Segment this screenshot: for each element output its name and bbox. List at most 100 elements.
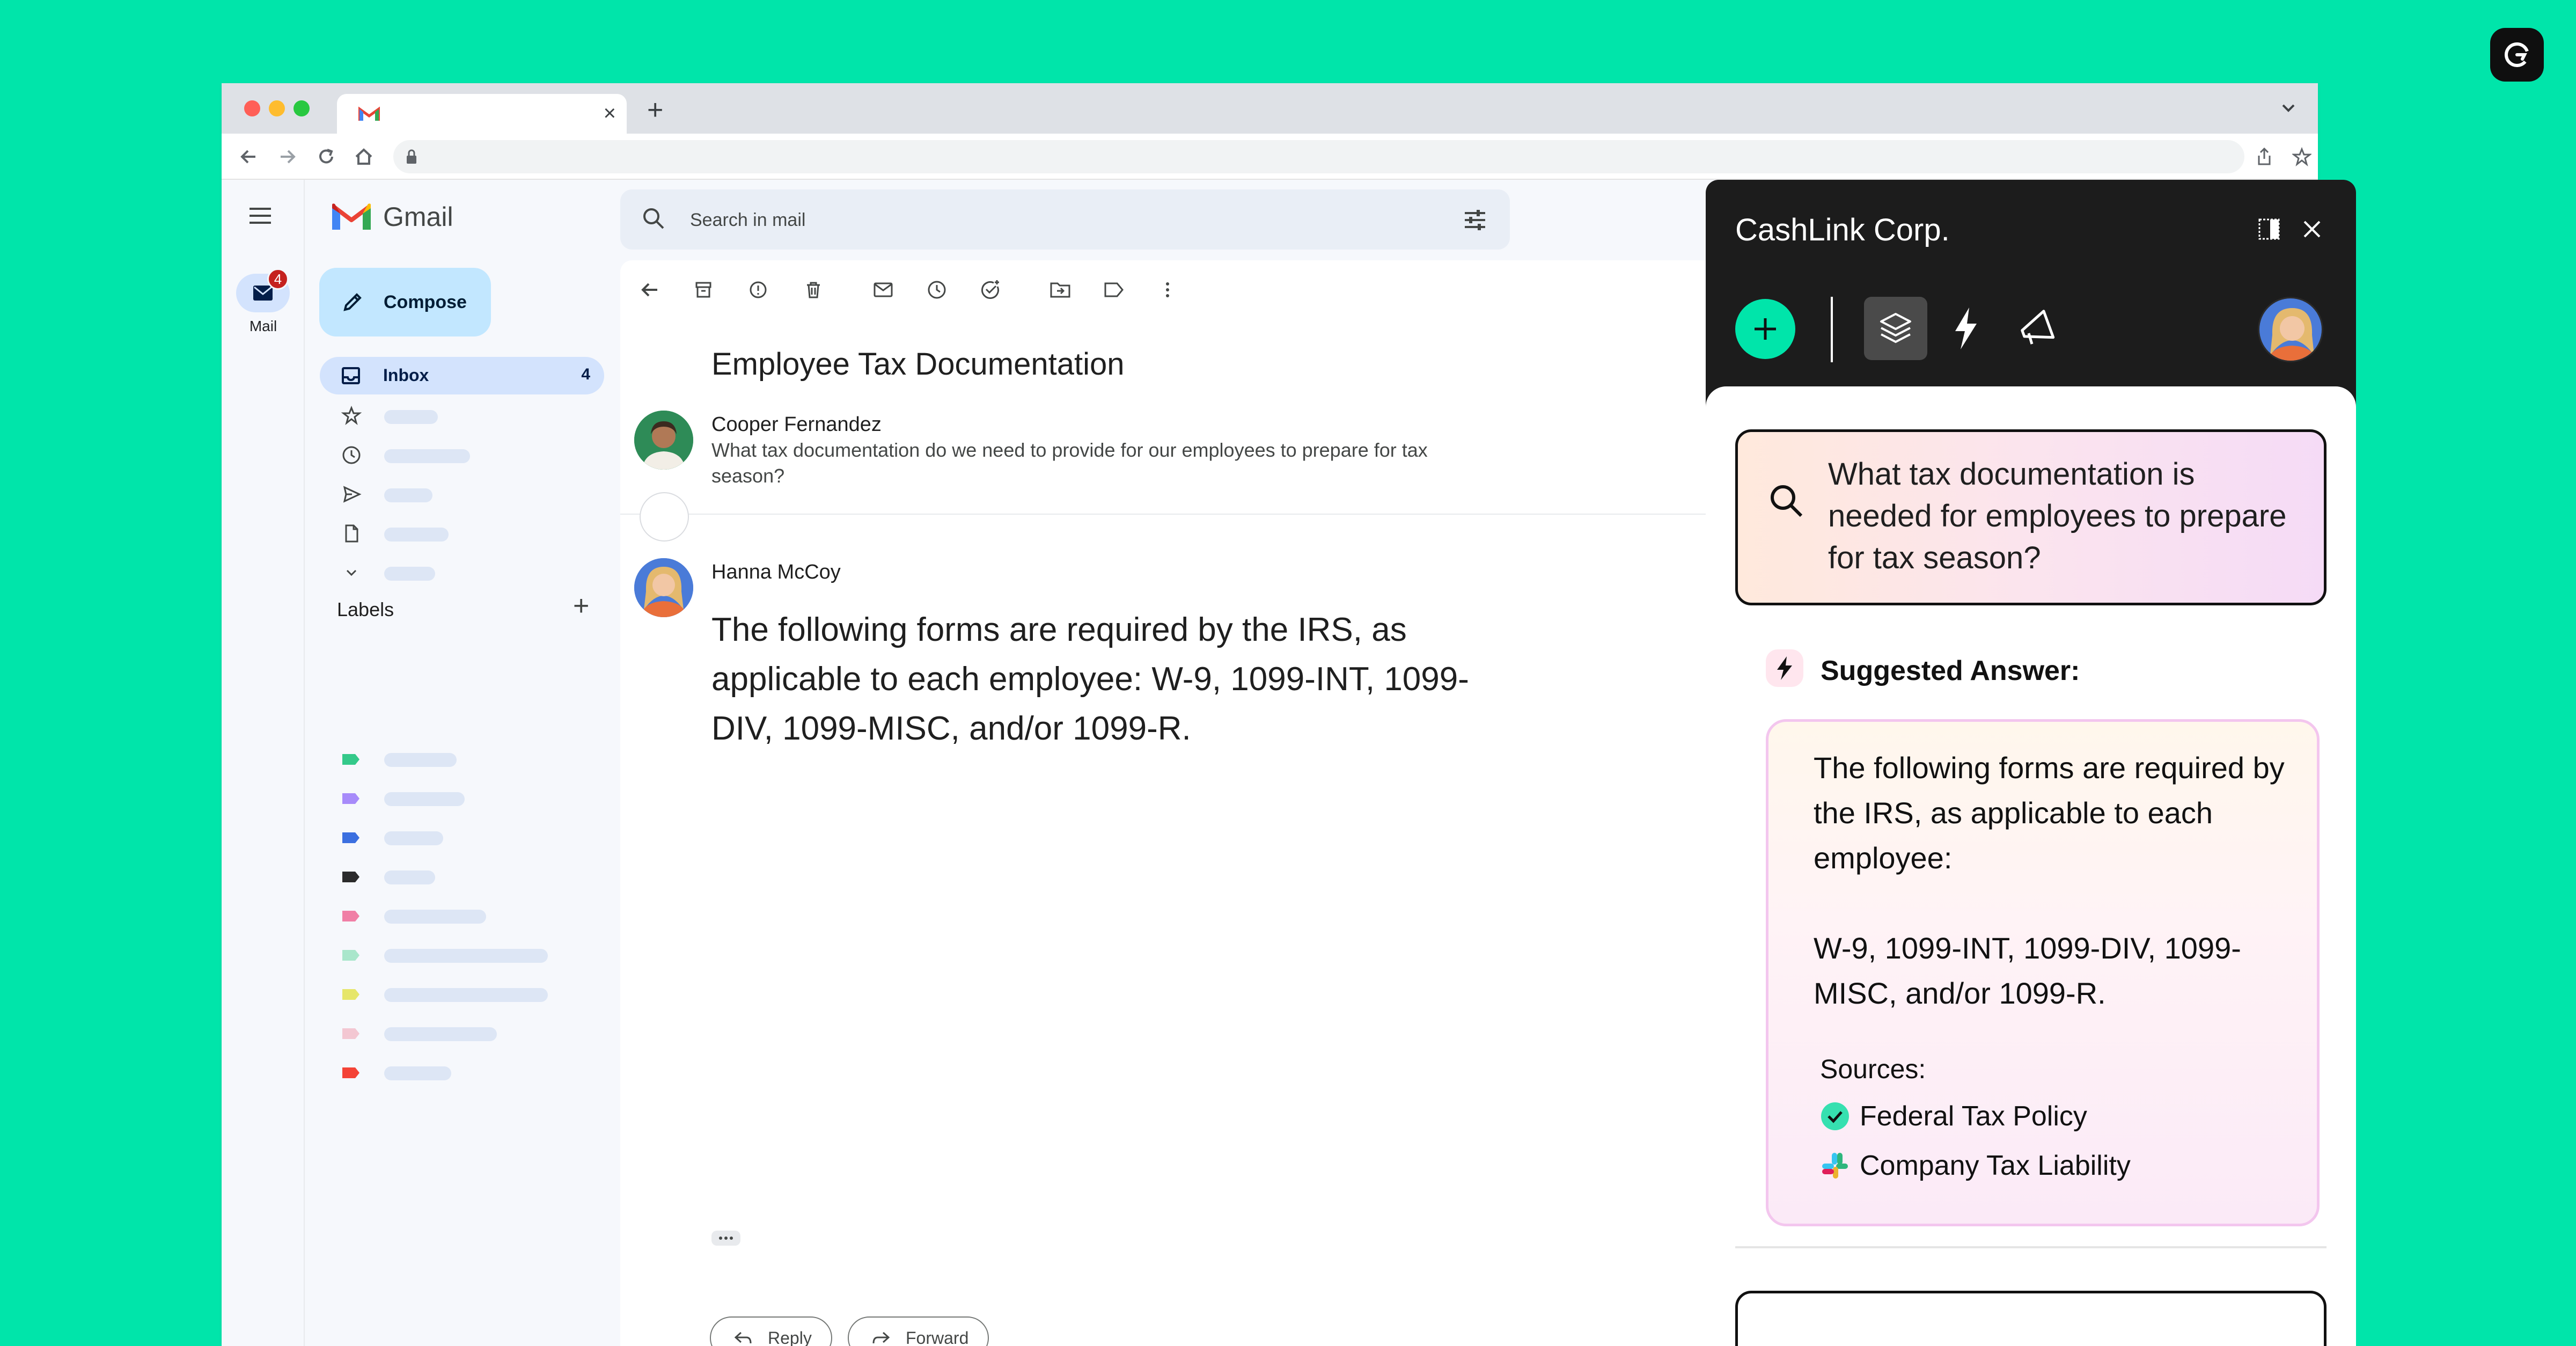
search-input[interactable]: Search in mail (690, 210, 805, 231)
reload-icon[interactable] (313, 143, 340, 170)
forward-arrow-icon (872, 1332, 890, 1344)
nav-inbox[interactable]: Inbox 4 (320, 357, 604, 394)
bookmark-star-icon[interactable] (2288, 141, 2315, 172)
label-as-icon[interactable] (1100, 276, 1127, 303)
forward-button[interactable]: Forward (848, 1316, 989, 1346)
share-icon[interactable] (2250, 141, 2279, 172)
placeholder-bar (384, 831, 443, 845)
gmail-m-icon (332, 203, 371, 230)
delete-icon[interactable] (800, 276, 827, 303)
message1-snippet[interactable]: What tax documentation do we need to pro… (711, 437, 1452, 489)
placeholder-bar (384, 488, 432, 502)
megaphone-icon[interactable] (2017, 306, 2060, 349)
add-button[interactable] (1735, 299, 1795, 359)
label-item[interactable] (320, 939, 604, 971)
nav-sent[interactable] (320, 476, 604, 513)
back-icon[interactable] (235, 143, 262, 170)
label-item[interactable] (320, 782, 604, 815)
window-minimize-dot[interactable] (269, 100, 285, 116)
send-icon (343, 486, 362, 503)
show-trimmed-content-button[interactable] (711, 1231, 740, 1246)
browser-tab-gmail[interactable]: × (337, 94, 627, 134)
suggested-answer-title: Suggested Answer: (1821, 655, 2080, 686)
placeholder-bar (384, 410, 438, 424)
new-tab-button[interactable]: + (647, 96, 663, 124)
placeholder-bar (384, 910, 486, 924)
search-icon[interactable] (641, 206, 667, 232)
chevron-down-icon (346, 569, 357, 576)
main-menu-icon[interactable] (248, 207, 272, 225)
label-tag-icon (342, 1028, 359, 1039)
reading-pane: Employee Tax Documentation Cooper Fernan… (620, 260, 1870, 1346)
close-icon[interactable] (2301, 218, 2323, 240)
clock-icon (342, 446, 361, 464)
home-icon[interactable] (350, 143, 377, 170)
inbox-count: 4 (581, 365, 590, 383)
panel-user-avatar[interactable] (2258, 297, 2323, 362)
message1-sender[interactable]: Cooper Fernandez (711, 413, 882, 436)
placeholder-bar (384, 449, 470, 463)
rail-mail-label: Mail (249, 318, 277, 334)
label-item[interactable] (320, 900, 604, 932)
collapsed-thread-indicator[interactable] (640, 492, 689, 542)
reply-label: Reply (768, 1328, 812, 1346)
inbox-label: Inbox (383, 365, 429, 385)
suggested-answer-bolt-icon (1766, 649, 1803, 687)
gmail-logo[interactable]: Gmail (332, 201, 453, 232)
source-item[interactable]: Federal Tax Policy (1820, 1098, 2087, 1135)
compose-button[interactable]: Compose (319, 268, 491, 336)
nav-snoozed[interactable] (320, 436, 604, 474)
sender-avatar-hanna[interactable] (634, 558, 693, 617)
more-options-icon[interactable] (1154, 276, 1181, 303)
label-tag-icon (342, 793, 359, 804)
address-bar[interactable] (393, 140, 2244, 173)
check-circle-icon (1821, 1102, 1849, 1130)
message2-sender[interactable]: Hanna McCoy (711, 561, 841, 584)
reply-icon (734, 1332, 752, 1344)
label-tag-icon (342, 754, 359, 765)
tab-search-chevron-icon[interactable] (2280, 103, 2296, 113)
search-icon (1771, 485, 1803, 517)
next-query-box[interactable] (1735, 1291, 2327, 1346)
tab-close-icon[interactable]: × (604, 103, 616, 124)
browser-toolbar (222, 134, 2318, 180)
cashlink-side-panel: CashLink Corp. What tax documentation is… (1706, 180, 2356, 1346)
add-task-icon[interactable] (977, 276, 1004, 303)
move-to-icon[interactable] (1047, 276, 1074, 303)
add-label-button[interactable]: + (573, 592, 589, 620)
query-box[interactable]: What tax documentation is needed for emp… (1735, 429, 2327, 605)
lightning-bolt-icon[interactable] (1950, 304, 1982, 353)
reply-button[interactable]: Reply (710, 1316, 832, 1346)
label-item[interactable] (320, 743, 604, 776)
label-item[interactable] (320, 822, 604, 854)
search-options-icon[interactable] (1462, 207, 1488, 233)
label-item[interactable] (320, 1018, 604, 1050)
label-item[interactable] (320, 1057, 604, 1089)
source-item[interactable]: Company Tax Liability (1820, 1147, 2131, 1184)
nav-starred[interactable] (320, 397, 604, 435)
nav-more[interactable] (320, 554, 604, 591)
report-spam-icon[interactable] (745, 276, 772, 303)
knowledge-layers-button[interactable] (1864, 297, 1927, 360)
dock-panel-icon[interactable] (2257, 217, 2281, 241)
window-maximize-dot[interactable] (293, 100, 310, 116)
source-label: Federal Tax Policy (1860, 1101, 2087, 1132)
window-close-dot[interactable] (244, 100, 260, 116)
snooze-icon[interactable] (923, 276, 950, 303)
left-rail: 4 Mail (222, 180, 305, 1346)
gmail-favicon-icon (358, 106, 380, 121)
placeholder-bar (384, 792, 465, 806)
label-item[interactable] (320, 861, 604, 893)
panel-body: What tax documentation is needed for emp… (1706, 386, 2356, 1346)
back-to-inbox-icon[interactable] (636, 276, 663, 303)
mail-search-bar[interactable]: Search in mail (620, 189, 1510, 250)
label-item[interactable] (320, 978, 604, 1011)
sender-avatar-cooper[interactable] (634, 411, 693, 470)
plus-icon (1755, 318, 1776, 340)
source-label: Company Tax Liability (1860, 1150, 2131, 1181)
archive-icon[interactable] (690, 276, 717, 303)
query-text: What tax documentation is needed for emp… (1828, 457, 2287, 575)
nav-drafts[interactable] (320, 515, 604, 552)
forward-icon[interactable] (274, 143, 301, 170)
mark-unread-icon[interactable] (870, 276, 897, 303)
